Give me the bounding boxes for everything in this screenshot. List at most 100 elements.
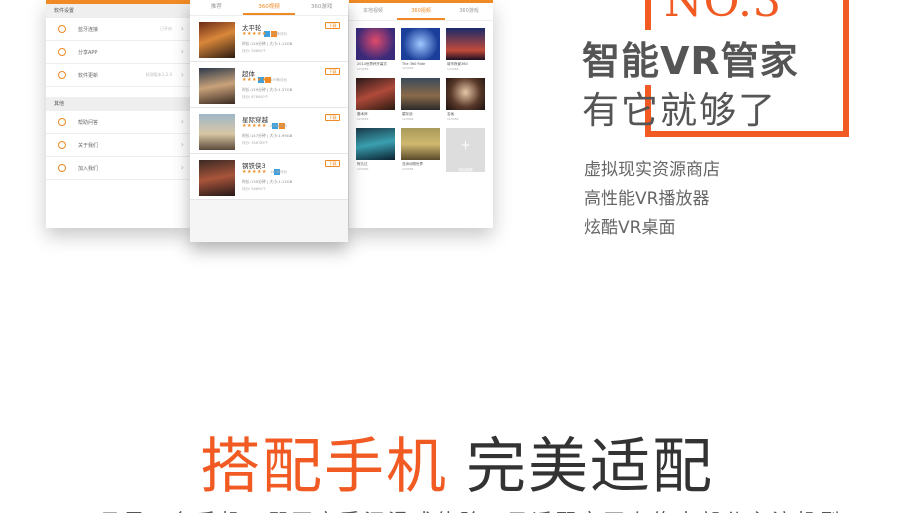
number-tag: NO.3 bbox=[658, 0, 788, 27]
movie-poster bbox=[199, 160, 235, 196]
movie-meta: 时长:130分钟 | 大小:1.12GB bbox=[242, 179, 293, 184]
list-item[interactable]: 超体 ★★★★★ 139条评价 时长:129分钟 | 大小:1.37GB 评分:… bbox=[190, 62, 348, 108]
settings-row-update[interactable]: 软件更新 检测版本1.2.0 › bbox=[46, 64, 190, 87]
chevron-right-icon: › bbox=[180, 24, 184, 33]
settings-row-label: 加入我们 bbox=[78, 165, 99, 172]
settings-row-label: 分享APP bbox=[78, 49, 98, 56]
grid-item[interactable]: 阿凡达 123456 bbox=[356, 128, 395, 172]
movie-sub: 评分: 56890个 bbox=[242, 187, 266, 191]
grid-item[interactable]: 2014世界杯开幕式 123456 bbox=[356, 28, 395, 72]
grid-tab-bar: 本地视频 360视频 360游戏 bbox=[349, 3, 493, 21]
user-icon bbox=[58, 141, 66, 149]
rating-stars: ★★★★★ bbox=[242, 169, 267, 175]
chevron-right-icon: › bbox=[180, 47, 184, 56]
movie-meta: 时长:147分钟 | 大小:1.99GB bbox=[242, 133, 293, 138]
feature-line: 高性能VR播放器 bbox=[584, 189, 710, 209]
video-subcaption: 123456 bbox=[402, 117, 414, 121]
section-heading: 搭配手机 完美适配 bbox=[200, 418, 714, 505]
video-subcaption: 123456 bbox=[402, 66, 414, 70]
review-count: 139条评价 bbox=[270, 78, 288, 82]
download-button[interactable]: 下载 bbox=[325, 160, 340, 167]
rating-stars: ★★★★★ bbox=[242, 77, 267, 83]
movie-poster bbox=[199, 22, 235, 58]
settings-row-help[interactable]: 帮助问答 › bbox=[46, 111, 190, 134]
grid-item[interactable]: 亚洲动物世界 123456 bbox=[401, 128, 440, 172]
review-count: 149条评价 bbox=[270, 32, 288, 36]
movie-sub: 评分: 678900个 bbox=[242, 95, 269, 99]
rating-stars: ★★★★★ bbox=[242, 123, 267, 129]
review-count: 238条评价 bbox=[270, 124, 288, 128]
cut-off-text: 只需一台手机，即可享受沉浸式体验，已适配市面上绝大部分主流机型 bbox=[100, 505, 844, 513]
settings-row-label: 关于我们 bbox=[78, 142, 99, 149]
settings-row-share[interactable]: 分享APP › bbox=[46, 41, 190, 64]
list-item[interactable]: 太平轮 ★★★★★ 149条评价 时长:129分钟 | 大小:1.12GB 评分… bbox=[190, 16, 348, 62]
list-item[interactable]: 钢铁侠3 ★★★★★ 149条评价 时长:130分钟 | 大小:1.12GB 评… bbox=[190, 154, 348, 200]
tab-360-game[interactable]: 360游戏 bbox=[295, 0, 348, 15]
rating-stars: ★★★★★ bbox=[242, 31, 267, 37]
settings-screen: 软件设置 蓝牙连接 已开启 › 分享APP › 软件更新 检测版本1.2.0 ›… bbox=[46, 0, 190, 228]
settings-row-join[interactable]: 加入我们 › bbox=[46, 157, 190, 180]
promo-subtitle: 有它就够了 bbox=[582, 89, 777, 132]
grid-item[interactable]: 城市夜景360 123456 bbox=[446, 28, 485, 72]
movie-meta: 时长:129分钟 | 大小:1.37GB bbox=[242, 87, 293, 92]
movie-poster bbox=[199, 68, 235, 104]
chevron-right-icon: › bbox=[180, 163, 184, 172]
video-thumbnail bbox=[446, 78, 485, 110]
update-icon bbox=[58, 71, 66, 79]
chevron-right-icon: › bbox=[180, 70, 184, 79]
chat-icon bbox=[58, 118, 66, 126]
grid-item[interactable]: The 360 Ride 123456 bbox=[401, 28, 440, 72]
settings-row-value: 检测版本1.2.0 bbox=[145, 72, 172, 77]
settings-row-bluetooth[interactable]: 蓝牙连接 已开启 › bbox=[46, 18, 190, 41]
review-count: 149条评价 bbox=[270, 170, 288, 174]
movie-sub: 评分: 56890个 bbox=[242, 49, 266, 53]
tab-360-video[interactable]: 360视频 bbox=[397, 3, 445, 20]
list-item[interactable]: 星际穿越 ★★★★★ 238条评价 时长:147分钟 | 大小:1.99GB 评… bbox=[190, 108, 348, 154]
plus-icon: + bbox=[460, 138, 471, 152]
share-icon bbox=[58, 48, 66, 56]
heading-highlight: 搭配手机 bbox=[200, 432, 448, 502]
tab-bar: 推荐 360视频 360游戏 bbox=[190, 0, 348, 16]
video-subcaption: 123456 bbox=[402, 167, 414, 171]
movie-sub: 评分: 356789个 bbox=[242, 141, 269, 145]
video-thumbnail bbox=[401, 78, 440, 110]
tab-local-video[interactable]: 本地视频 bbox=[349, 3, 397, 20]
section-header-software: 软件设置 bbox=[46, 4, 190, 18]
video-thumbnail bbox=[356, 128, 395, 160]
user-add-icon bbox=[58, 164, 66, 172]
feature-line: 虚拟现实资源商店 bbox=[584, 160, 720, 180]
video-subcaption: 123456 bbox=[357, 117, 369, 121]
movie-meta: 时长:129分钟 | 大小:1.12GB bbox=[242, 41, 293, 46]
download-button[interactable]: 下载 bbox=[325, 114, 340, 121]
settings-row-about[interactable]: 关于我们 › bbox=[46, 134, 190, 157]
settings-row-label: 蓝牙连接 bbox=[78, 26, 99, 33]
video-thumbnail bbox=[356, 78, 395, 110]
video-grid-screen: 本地视频 360视频 360游戏 2014世界杯开幕式 123456 The 3… bbox=[349, 0, 493, 228]
bluetooth-icon bbox=[58, 25, 66, 33]
grid-item[interactable]: 魔术师 123456 bbox=[356, 78, 395, 122]
settings-row-label: 软件更新 bbox=[78, 72, 99, 79]
download-button[interactable]: 下载 bbox=[325, 22, 340, 29]
chevron-right-icon: › bbox=[180, 140, 184, 149]
grid-item[interactable]: 名画 123456 bbox=[446, 78, 485, 122]
video-subcaption: 123456 bbox=[357, 67, 369, 71]
video-thumbnail bbox=[401, 128, 440, 160]
add-video-button[interactable]: + 添加视频 bbox=[446, 128, 485, 172]
grid-item[interactable]: 星际战 123456 bbox=[401, 78, 440, 122]
movie-poster bbox=[199, 114, 235, 150]
video-subcaption: 123456 bbox=[447, 117, 459, 121]
video-thumbnail bbox=[401, 28, 440, 60]
heading-rest: 完美适配 bbox=[466, 432, 714, 502]
section-header-other: 其他 bbox=[46, 97, 190, 111]
add-video-label: 添加视频 bbox=[458, 168, 473, 172]
video-thumbnail bbox=[446, 28, 485, 60]
tab-recommend[interactable]: 推荐 bbox=[190, 0, 243, 15]
tab-360-video[interactable]: 360视频 bbox=[242, 0, 296, 15]
video-subcaption: 123456 bbox=[357, 167, 369, 171]
tab-360-game[interactable]: 360游戏 bbox=[445, 3, 493, 20]
feature-line: 炫酷VR桌面 bbox=[584, 218, 676, 238]
download-button[interactable]: 下载 bbox=[325, 68, 340, 75]
chevron-right-icon: › bbox=[180, 117, 184, 126]
video-list-screen: 推荐 360视频 360游戏 太平轮 ★★★★★ 149条评价 时长:129分钟… bbox=[190, 0, 348, 242]
promo-title: 智能VR管家 bbox=[582, 30, 807, 85]
